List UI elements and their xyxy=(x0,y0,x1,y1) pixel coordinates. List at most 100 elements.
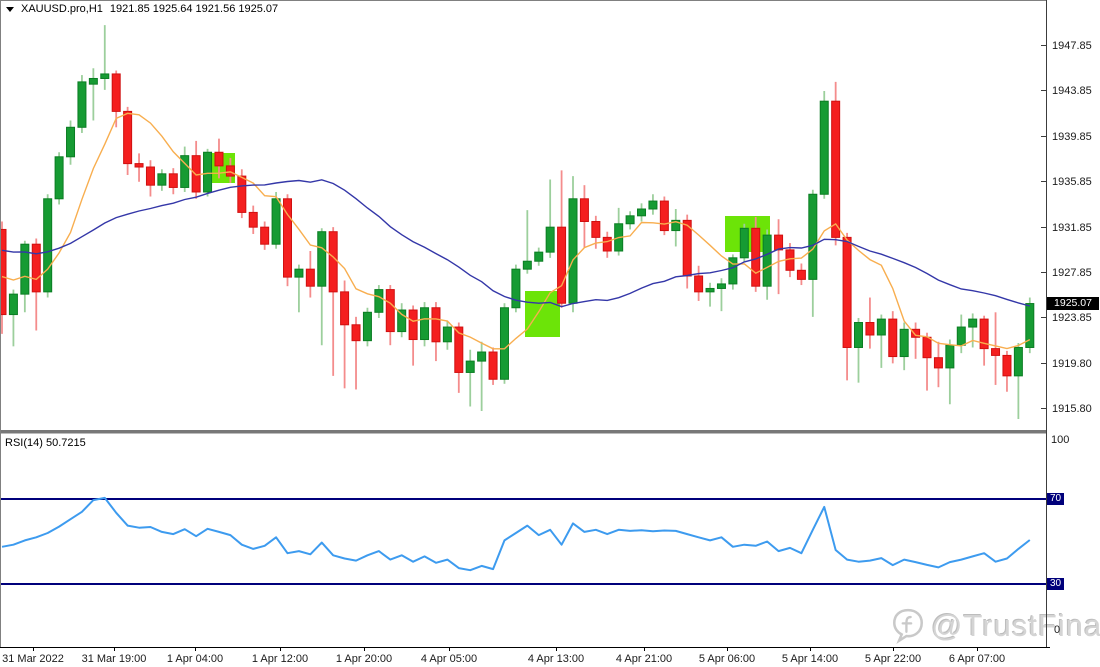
rsi-line xyxy=(2,498,1030,570)
candle-bull xyxy=(649,201,657,209)
candle-bear xyxy=(934,358,942,368)
candle-bear xyxy=(169,174,177,188)
candle-bull xyxy=(478,352,486,361)
candle-bull xyxy=(318,232,326,286)
candle-bear xyxy=(135,164,143,167)
candle-bull xyxy=(89,78,97,84)
price-axis-label: 1935.85 xyxy=(1052,176,1092,188)
candle-bull xyxy=(900,329,908,356)
candle-bear xyxy=(992,349,1000,356)
symbol-dropdown-icon xyxy=(6,7,14,12)
candle-bear xyxy=(923,337,931,357)
rsi-indicator-label: RSI(14) 50.7215 xyxy=(5,437,86,449)
price-axis-label: 1947.85 xyxy=(1052,40,1092,52)
candle-bull xyxy=(740,228,748,258)
rsi-axis-max-label: 100 xyxy=(1051,434,1069,446)
price-axis-label: 1939.85 xyxy=(1052,131,1092,143)
candle-bear xyxy=(261,227,269,244)
candle-bull xyxy=(375,290,383,313)
candle-bull xyxy=(626,216,634,224)
candle-bull xyxy=(809,194,817,279)
candle-bear xyxy=(558,227,566,303)
chart-window: 1947.851943.851939.851935.851931.851927.… xyxy=(0,0,1100,667)
price-axis-label: 1923.85 xyxy=(1052,312,1092,324)
candle-bull xyxy=(421,308,429,340)
candle-bull xyxy=(398,310,406,332)
pane-splitter[interactable] xyxy=(0,430,1046,434)
candle-bull xyxy=(855,323,863,348)
rsi-pane[interactable] xyxy=(0,498,1046,584)
candle-bear xyxy=(580,199,588,222)
candle-bear xyxy=(192,156,200,192)
candle-bear xyxy=(352,325,360,341)
time-axis-label: 1 Apr 04:00 xyxy=(167,653,223,665)
candle-bear xyxy=(889,319,897,356)
candle-bull xyxy=(44,199,52,292)
candle-bull xyxy=(820,101,828,194)
candle-bull xyxy=(1014,347,1022,375)
time-axis-label: 4 Apr 05:00 xyxy=(421,653,477,665)
rsi-axis-min-label: 0 xyxy=(1054,624,1060,636)
candle-bear xyxy=(1003,355,1011,375)
candle-bear xyxy=(866,323,874,335)
chart-canvas[interactable]: 1947.851943.851939.851935.851931.851927.… xyxy=(0,0,1100,667)
candle-bull xyxy=(443,327,451,342)
candle-bull xyxy=(295,269,303,277)
time-axis-label: 31 Mar 19:00 xyxy=(82,653,147,665)
candle-bear xyxy=(306,269,314,286)
candle-bear xyxy=(683,220,691,276)
candle-bear xyxy=(775,235,783,250)
candle-bull xyxy=(466,361,474,372)
candle-bear xyxy=(341,292,349,325)
time-axis-label: 4 Apr 21:00 xyxy=(616,653,672,665)
price-axis-label: 1915.80 xyxy=(1052,403,1092,415)
candle-bull xyxy=(523,261,531,269)
candle-bear xyxy=(249,212,257,227)
time-axis-label: 31 Mar 2022 xyxy=(2,653,64,665)
symbol-timeframe-label: XAUUSD.pro,H1 xyxy=(21,3,103,15)
highlight-zone xyxy=(525,291,560,337)
time-axis-label: 1 Apr 20:00 xyxy=(336,653,392,665)
candle-bull xyxy=(957,327,965,345)
ohlc-title: XAUUSD.pro,H1 1921.85 1925.64 1921.56 19… xyxy=(6,3,278,15)
price-axis-label: 1927.85 xyxy=(1052,267,1092,279)
ma-fast-line xyxy=(2,113,1030,348)
time-axis-label: 6 Apr 07:00 xyxy=(949,653,1005,665)
candle-bull xyxy=(363,312,371,340)
time-axis-label: 5 Apr 06:00 xyxy=(699,653,755,665)
time-axis-label: 4 Apr 13:00 xyxy=(528,653,584,665)
candle-bull xyxy=(763,235,771,286)
candle-bear xyxy=(432,308,440,342)
candle-bull xyxy=(101,74,109,79)
candle-bull xyxy=(969,319,977,327)
candle-bull xyxy=(55,157,63,199)
time-axis-label: 5 Apr 22:00 xyxy=(865,653,921,665)
candle-bear xyxy=(215,152,223,166)
candle-bear xyxy=(832,101,840,237)
candle-bull xyxy=(706,288,714,291)
price-axis-label: 1919.80 xyxy=(1052,358,1092,370)
candle-bull xyxy=(512,269,520,308)
candle-bear xyxy=(843,237,851,347)
candle-bear xyxy=(146,167,154,185)
candle-bull xyxy=(638,209,646,216)
candle-bear xyxy=(409,310,417,340)
price-axis-label: 1931.85 xyxy=(1052,222,1092,234)
current-price-badge: 1925.07 xyxy=(1047,297,1099,310)
main-chart-pane[interactable] xyxy=(0,25,1034,419)
candle-bull xyxy=(877,319,885,335)
rsi-level-badge-30: 30 xyxy=(1047,578,1064,590)
rsi-name: RSI(14) xyxy=(5,437,43,449)
candle-bear xyxy=(797,270,805,279)
rsi-level-badge-70: 70 xyxy=(1047,493,1064,505)
rsi-value: 50.7215 xyxy=(46,437,86,449)
candle-bear xyxy=(660,201,668,231)
candle-bear xyxy=(238,176,246,212)
candle-bull xyxy=(500,308,508,380)
candle-bull xyxy=(535,252,543,261)
ohlc-values-label: 1921.85 1925.64 1921.56 1925.07 xyxy=(110,3,278,15)
time-axis-label: 1 Apr 12:00 xyxy=(252,653,308,665)
candle-bull xyxy=(9,294,17,314)
candle-bull xyxy=(569,199,577,303)
candle-bull xyxy=(946,345,954,368)
